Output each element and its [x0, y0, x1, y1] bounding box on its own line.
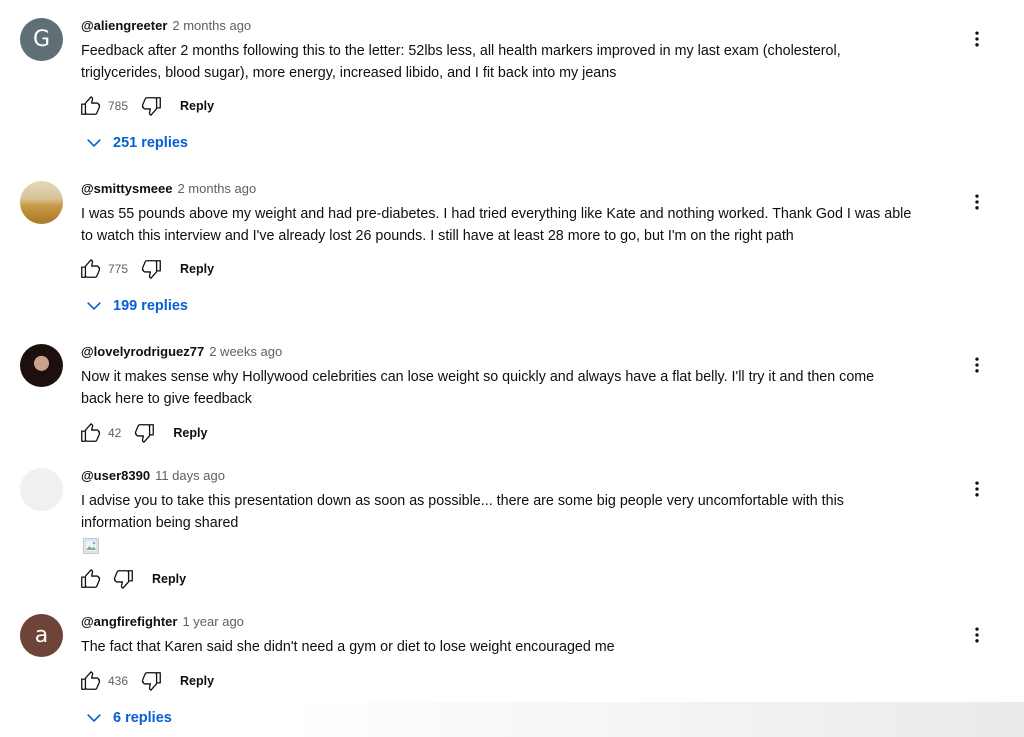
like-button[interactable] — [78, 94, 102, 118]
comment-line: I was 55 pounds above my weight and had … — [81, 206, 912, 222]
avatar-letter: G — [32, 27, 51, 52]
comment-header: @smittysmeee 2 months ago — [81, 181, 256, 199]
thumbs-up-icon — [79, 95, 101, 117]
comment-line: information being shared — [81, 515, 239, 531]
view-replies-button[interactable]: 199 replies — [84, 295, 188, 317]
chevron-down-icon — [84, 133, 104, 153]
avatar[interactable]: G — [20, 18, 63, 61]
more-actions-button[interactable] — [967, 27, 987, 51]
like-count: 775 — [108, 262, 129, 276]
avatar[interactable] — [20, 181, 63, 224]
dislike-button[interactable] — [140, 669, 164, 693]
reply-button[interactable]: Reply — [173, 426, 207, 440]
comment-time[interactable]: 2 months ago — [172, 18, 251, 33]
comment-actions: 42 Reply — [78, 421, 207, 445]
dislike-button[interactable] — [140, 94, 164, 118]
dislike-button[interactable] — [140, 257, 164, 281]
like-button[interactable] — [78, 567, 102, 591]
comment-header: @angfirefighter 1 year ago — [81, 614, 244, 632]
more-vert-icon — [967, 355, 987, 375]
more-vert-icon — [967, 192, 987, 212]
replies-count-label: 251 replies — [113, 135, 188, 151]
reply-button[interactable]: Reply — [180, 674, 214, 688]
comment-author[interactable]: @user8390 — [81, 468, 150, 483]
thumbs-down-icon — [141, 95, 163, 117]
comment-text: Feedback after 2 months following this t… — [81, 40, 961, 84]
comment-author[interactable]: @aliengreeter — [81, 18, 167, 33]
thumbs-down-icon — [113, 568, 135, 590]
like-count: 785 — [108, 99, 129, 113]
comment-actions: 775 Reply — [78, 257, 214, 281]
comment-line: triglycerides, blood sugar), more energy… — [81, 65, 617, 81]
chevron-down-icon — [84, 296, 104, 316]
comment-time[interactable]: 2 months ago — [177, 181, 256, 196]
comment-author[interactable]: @smittysmeee — [81, 181, 172, 196]
comment-text: I advise you to take this presentation d… — [81, 490, 961, 534]
comment-header: @user8390 11 days ago — [81, 468, 225, 486]
replies-count-label: 199 replies — [113, 298, 188, 314]
comment-author[interactable]: @angfirefighter — [81, 614, 177, 629]
avatar[interactable] — [20, 344, 63, 387]
dislike-button[interactable] — [112, 567, 136, 591]
more-actions-button[interactable] — [967, 623, 987, 647]
more-vert-icon — [967, 29, 987, 49]
comment-time[interactable]: 2 weeks ago — [209, 344, 282, 359]
reply-button[interactable]: Reply — [180, 262, 214, 276]
thumbs-down-icon — [141, 670, 163, 692]
comment-text: The fact that Karen said she didn't need… — [81, 636, 961, 658]
thumbs-down-icon — [134, 422, 156, 444]
comment-line: to watch this interview and I've already… — [81, 228, 794, 244]
comment-actions: 436 Reply — [78, 669, 214, 693]
more-actions-button[interactable] — [967, 190, 987, 214]
more-actions-button[interactable] — [967, 477, 987, 501]
like-button[interactable] — [78, 421, 102, 445]
comment-line: I advise you to take this presentation d… — [81, 493, 844, 509]
like-button[interactable] — [78, 257, 102, 281]
chevron-down-icon — [84, 708, 104, 728]
comment-author[interactable]: @lovelyrodriguez77 — [81, 344, 204, 359]
like-count: 42 — [108, 426, 122, 440]
comment-text: Now it makes sense why Hollywood celebri… — [81, 366, 961, 410]
comment-line: The fact that Karen said she didn't need… — [81, 639, 615, 655]
more-vert-icon — [967, 479, 987, 499]
thumbs-up-icon — [79, 422, 101, 444]
replies-count-label: 6 replies — [113, 710, 172, 726]
reply-button[interactable]: Reply — [152, 572, 186, 586]
thumbs-up-icon — [79, 670, 101, 692]
avatar[interactable]: a — [20, 614, 63, 657]
more-vert-icon — [967, 625, 987, 645]
reply-button[interactable]: Reply — [180, 99, 214, 113]
comment-header: @lovelyrodriguez77 2 weeks ago — [81, 344, 282, 362]
comment-actions: Reply — [78, 567, 186, 591]
thumbs-down-icon — [141, 258, 163, 280]
view-replies-button[interactable]: 6 replies — [84, 707, 172, 729]
comment-line: Feedback after 2 months following this t… — [81, 43, 841, 59]
avatar[interactable] — [20, 468, 63, 511]
comment-header: @aliengreeter 2 months ago — [81, 18, 251, 36]
comment-text: I was 55 pounds above my weight and had … — [81, 203, 961, 247]
comment-actions: 785 Reply — [78, 94, 214, 118]
comment-line: Now it makes sense why Hollywood celebri… — [81, 369, 875, 385]
dislike-button[interactable] — [133, 421, 157, 445]
comment-time[interactable]: 11 days ago — [155, 468, 225, 483]
comment-time[interactable]: 1 year ago — [182, 614, 243, 629]
comment-line: back here to give feedback — [81, 391, 252, 407]
like-button[interactable] — [78, 669, 102, 693]
like-count: 436 — [108, 674, 129, 688]
view-replies-button[interactable]: 251 replies — [84, 132, 188, 154]
more-actions-button[interactable] — [967, 353, 987, 377]
avatar-letter: a — [34, 623, 49, 648]
thumbs-up-icon — [79, 568, 101, 590]
broken-image-icon — [83, 538, 99, 554]
thumbs-up-icon — [79, 258, 101, 280]
